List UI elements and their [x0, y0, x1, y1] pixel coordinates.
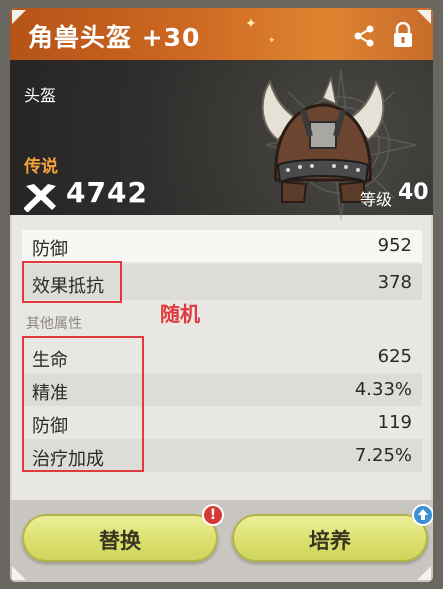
random-annotation: 随机 — [160, 302, 200, 326]
random-stat-value: 378 — [377, 272, 412, 293]
main-stat-label: 防御 — [32, 239, 68, 260]
corner-ornament-icon — [12, 566, 26, 580]
other-stats-header: 其他属性 — [26, 316, 82, 332]
sparkle-icon: ✦ — [245, 16, 257, 32]
power-icon — [24, 184, 56, 212]
equipment-card: ✦ ✦ 角兽头盔 +30 头盔 传说 4742 等级 40 防御 952 效果抵… — [10, 8, 433, 582]
replace-button[interactable]: 替换 ! — [22, 504, 224, 562]
item-summary: 头盔 传说 4742 等级 40 — [10, 60, 433, 220]
lock-icon[interactable] — [392, 22, 414, 48]
sub-stat-value: 625 — [377, 346, 412, 367]
sparkle-icon: ✦ — [268, 36, 276, 46]
alert-icon: ! — [202, 504, 224, 526]
sub-stat-value: 119 — [377, 412, 412, 433]
card-header: ✦ ✦ 角兽头盔 +30 — [10, 8, 433, 60]
upgrade-arrow-icon — [412, 504, 433, 526]
main-stat-row: 防御 952 — [22, 230, 422, 262]
item-title: 角兽头盔 +30 — [28, 23, 201, 52]
share-icon[interactable] — [353, 25, 375, 47]
slot-label: 头盔 — [24, 86, 57, 105]
sub-stats-highlight — [22, 336, 144, 472]
level-value: 40 — [398, 180, 429, 205]
rarity-label: 传说 — [24, 157, 58, 177]
replace-button-label: 替换 — [99, 529, 141, 553]
sub-stat-value: 4.33% — [354, 379, 412, 400]
combat-power: 4742 — [66, 176, 148, 209]
corner-ornament-icon — [417, 566, 431, 580]
sub-stat-value: 7.25% — [354, 445, 412, 466]
level-label: 等级 — [360, 190, 393, 209]
corner-ornament-icon — [12, 10, 26, 24]
train-button[interactable]: 培养 — [232, 504, 433, 562]
train-button-label: 培养 — [309, 529, 351, 553]
action-bar: 替换 ! 培养 — [10, 500, 433, 582]
random-stat-highlight — [22, 261, 122, 303]
main-stat-value: 952 — [377, 235, 412, 256]
corner-ornament-icon — [417, 10, 431, 24]
